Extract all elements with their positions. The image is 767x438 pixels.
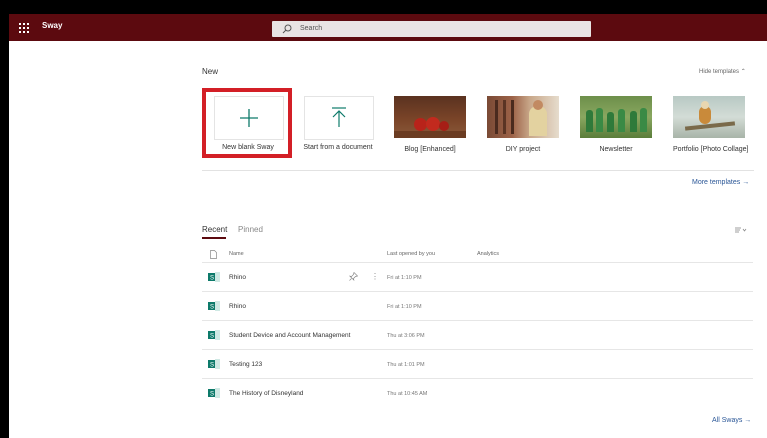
tile-label: New blank Sway [222,144,274,151]
svg-text:S: S [210,363,214,369]
row-date: Thu at 1:01 PM [387,362,425,368]
svg-text:S: S [210,392,214,398]
row-name: The History of Disneyland [229,390,304,397]
portfolio-tile[interactable]: Portfolio [Photo Collage] [673,96,749,153]
new-blank-sway-tile[interactable]: New blank Sway [210,138,286,151]
divider [202,170,754,171]
tile-label: Blog [Enhanced] [404,146,456,153]
top-bar: Sway Search [9,14,767,41]
svg-text:S: S [210,305,214,311]
row-date: Thu at 3:06 PM [387,333,425,339]
arrow-right-icon: → [742,179,750,186]
more-options-icon[interactable]: ⋮ [371,272,379,281]
row-name: Rhino [229,274,246,281]
table-row[interactable]: S Student Device and Account Management … [202,320,753,350]
sway-file-icon: S [208,301,220,311]
new-section-title: New [202,67,219,76]
upload-icon [332,107,346,127]
blog-template-tile[interactable]: Blog [Enhanced] [394,96,466,153]
sway-file-icon: S [208,330,220,340]
sort-icon[interactable] [735,226,747,234]
sway-file-icon: S [208,359,220,369]
diy-project-image [487,96,559,138]
search-placeholder: Search [300,25,323,32]
start-from-document-thumb[interactable] [304,96,374,140]
row-name: Student Device and Account Management [229,332,351,339]
table-row[interactable]: S Rhino Fri at 1:10 PM [202,291,753,321]
tab-recent[interactable]: Recent [202,225,227,234]
tab-pinned[interactable]: Pinned [238,225,263,234]
column-header-name[interactable]: Name [229,251,244,257]
blog-template-image [394,96,466,138]
hide-templates-label: Hide templates [699,69,740,75]
hide-templates-link[interactable]: Hide templates ⌃ [699,68,746,75]
newsletter-tile[interactable]: Newsletter [580,96,652,153]
table-row[interactable]: S Rhino ⋮ Fri at 1:10 PM [202,262,753,292]
app-launcher-icon[interactable] [19,23,29,33]
arrow-right-icon: → [744,417,752,424]
row-date: Thu at 10:45 AM [387,391,428,397]
row-date: Fri at 1:10 PM [387,304,422,310]
search-icon [282,24,292,34]
tile-label: Portfolio [Photo Collage] [673,146,749,153]
column-header-analytics: Analytics [477,251,500,257]
chevron-up-icon: ⌃ [740,69,746,75]
tile-label: DIY project [505,146,541,153]
all-sways-label: All Sways [712,417,743,424]
more-templates-link[interactable]: More templates → [692,179,749,186]
row-name: Rhino [229,303,246,310]
tile-label: Newsletter [599,146,633,153]
row-name: Testing 123 [229,361,263,368]
diy-project-tile[interactable]: DIY project [487,96,559,153]
row-date: Fri at 1:10 PM [387,275,422,281]
tile-label: Start from a document [303,144,373,151]
sway-file-icon: S [208,272,220,282]
file-type-icon [210,250,217,259]
active-tab-indicator [202,237,226,239]
all-sways-link[interactable]: All Sways → [712,417,751,424]
column-header-last-opened[interactable]: Last opened by you [387,251,435,257]
portfolio-image [673,96,745,138]
svg-text:S: S [210,276,214,282]
table-row[interactable]: S The History of Disneyland Thu at 10:45… [202,378,753,408]
pin-icon[interactable] [349,272,358,281]
newsletter-image [580,96,652,138]
table-row[interactable]: S Testing 123 Thu at 1:01 PM [202,349,753,379]
start-from-document-tile[interactable]: Start from a document [300,138,376,151]
app-title[interactable]: Sway [42,21,62,30]
search-input[interactable]: Search [272,21,591,37]
more-templates-label: More templates [692,179,741,186]
sway-file-icon: S [208,388,220,398]
svg-text:S: S [210,334,214,340]
sway-window: Sway Search New Hide templates ⌃ New bla… [9,14,767,438]
